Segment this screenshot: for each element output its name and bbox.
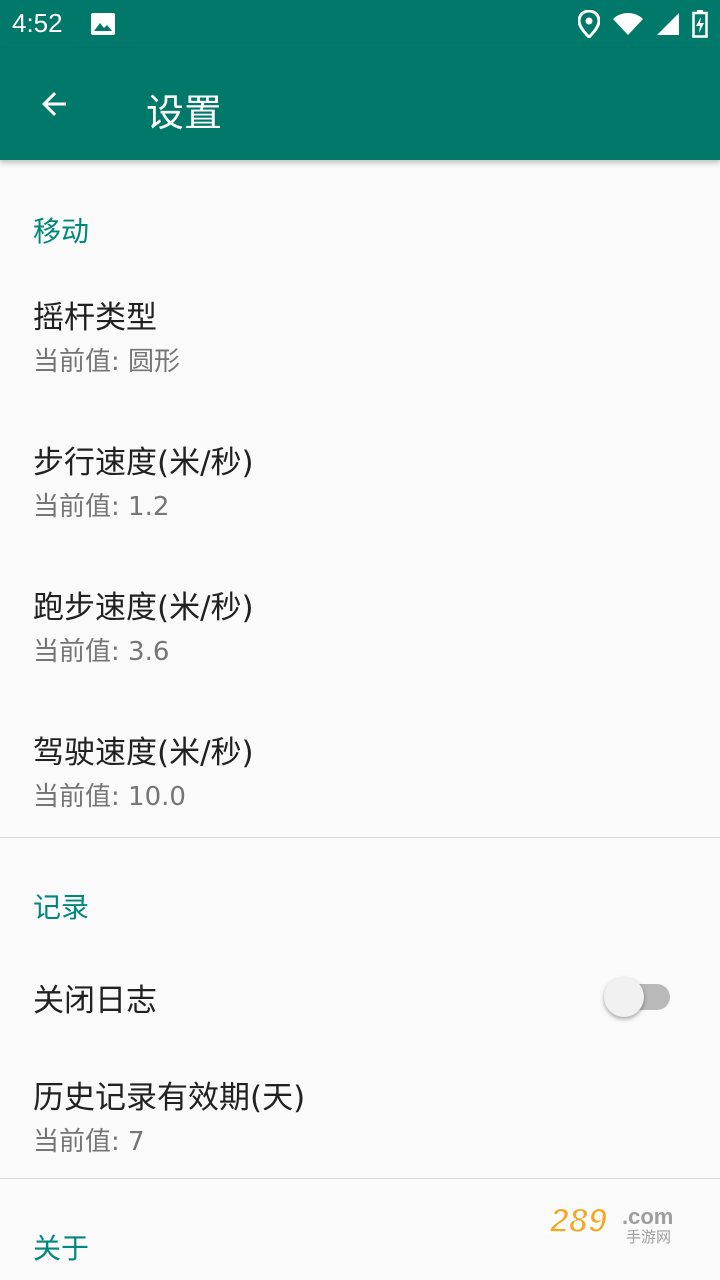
pref-summary: 当前值: 圆形 bbox=[33, 347, 181, 377]
page-title: 设置 bbox=[146, 91, 223, 135]
back-button[interactable] bbox=[26, 76, 82, 132]
switch-thumb bbox=[604, 977, 644, 1017]
pref-title: 摇杆类型 bbox=[33, 300, 157, 336]
pref-summary: 当前值: 1.2 bbox=[33, 492, 170, 522]
battery-icon bbox=[692, 10, 708, 42]
pref-title: 历史记录有效期(天) bbox=[33, 1080, 306, 1116]
pref-close-log[interactable]: 关闭日志 bbox=[0, 932, 720, 1062]
image-icon bbox=[90, 12, 116, 40]
pref-summary: 当前值: 10.0 bbox=[33, 782, 186, 812]
pref-title: 驾驶速度(米/秒) bbox=[33, 735, 254, 771]
pref-history-validity[interactable]: 历史记录有效期(天) 当前值: 7 bbox=[0, 1062, 720, 1178]
pref-title: 步行速度(米/秒) bbox=[33, 445, 254, 481]
app-bar: 设置 bbox=[0, 48, 720, 160]
pref-joystick-type[interactable]: 摇杆类型 当前值: 圆形 bbox=[0, 258, 720, 402]
svg-text:289: 289 bbox=[549, 1202, 607, 1240]
pref-title: 关闭日志 bbox=[33, 982, 157, 1019]
close-log-switch[interactable] bbox=[604, 977, 670, 1017]
pref-title: 跑步速度(米/秒) bbox=[33, 590, 254, 626]
pref-summary: 当前值: 7 bbox=[33, 1127, 145, 1157]
signal-icon bbox=[656, 12, 680, 40]
status-time: 4:52 bbox=[12, 8, 63, 38]
status-bar: 4:52 bbox=[0, 0, 720, 48]
section-header-movement: 移动 bbox=[33, 215, 90, 248]
pref-summary: 当前值: 3.6 bbox=[33, 637, 170, 667]
arrow-back-icon bbox=[42, 92, 66, 116]
section-header-record: 记录 bbox=[33, 891, 90, 924]
watermark-logo: 289 .com 手游网 bbox=[548, 1198, 698, 1246]
pref-run-speed[interactable]: 跑步速度(米/秒) 当前值: 3.6 bbox=[0, 547, 720, 692]
svg-text:手游网: 手游网 bbox=[626, 1228, 671, 1246]
location-icon bbox=[577, 9, 601, 42]
svg-text:.com: .com bbox=[622, 1204, 673, 1229]
settings-list[interactable]: 移动 摇杆类型 当前值: 圆形 步行速度(米/秒) 当前值: 1.2 跑步速度(… bbox=[0, 160, 720, 1267]
wifi-icon bbox=[612, 12, 644, 40]
pref-walk-speed[interactable]: 步行速度(米/秒) 当前值: 1.2 bbox=[0, 402, 720, 547]
pref-drive-speed[interactable]: 驾驶速度(米/秒) 当前值: 10.0 bbox=[0, 692, 720, 838]
